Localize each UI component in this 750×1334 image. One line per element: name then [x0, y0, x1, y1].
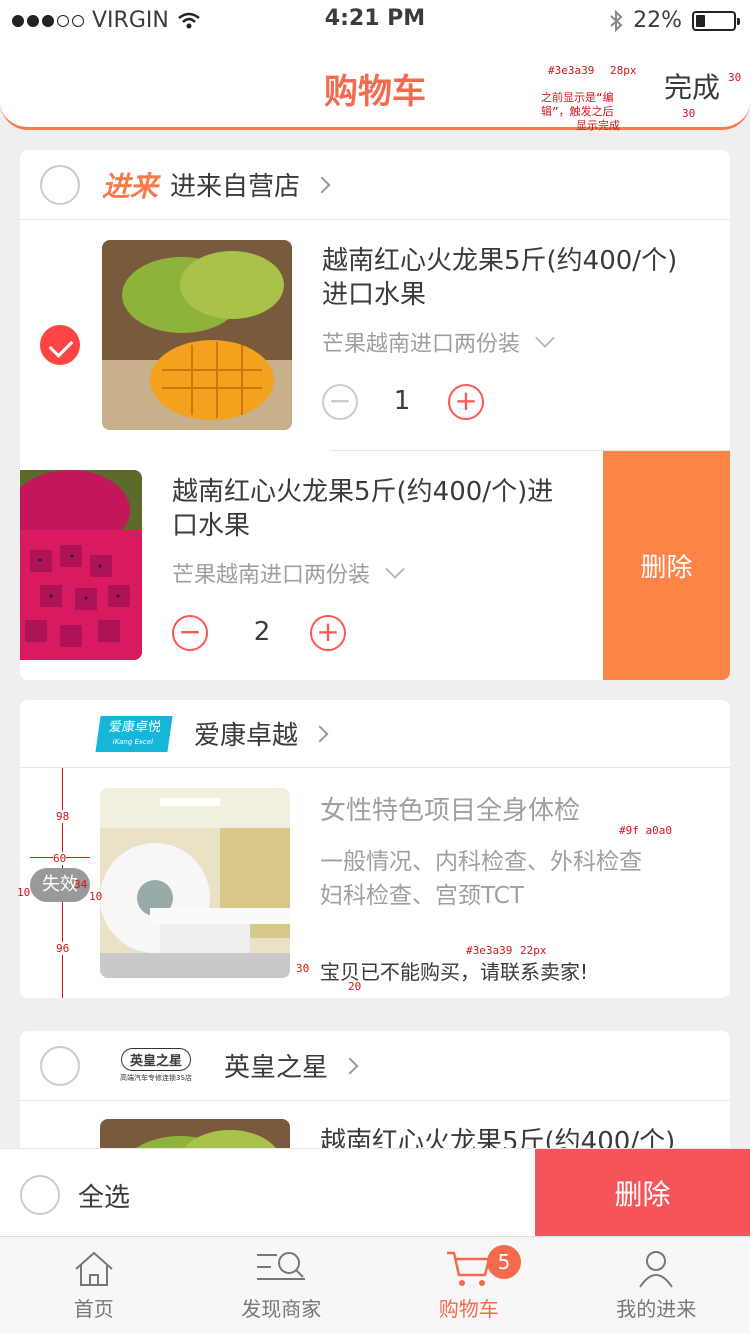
tab-discover[interactable]: 发现商家 — [188, 1237, 376, 1334]
shop-select-radio[interactable] — [40, 1045, 80, 1086]
shop-logo: 爱康卓悦 iKang Excel — [95, 715, 173, 752]
shop-header[interactable]: 爱康卓悦 iKang Excel 爱康卓越 — [20, 700, 730, 768]
annotation-note-2: 辑”，触发之后 — [541, 105, 614, 118]
product-desc-line-1: 一般情况、内科检查、外科检查 — [320, 849, 642, 875]
product-image-mango[interactable] — [102, 240, 292, 430]
annotation-bottom-gap: 30 — [682, 107, 696, 120]
annotation-invalid-color: #3e3a39 — [466, 944, 513, 957]
done-button[interactable]: 完成 — [664, 66, 720, 106]
chevron-right-icon — [313, 176, 331, 193]
select-all-radio[interactable] — [20, 1175, 60, 1215]
select-all-label: 全选 — [78, 1182, 131, 1213]
increase-button[interactable]: + — [448, 384, 484, 420]
increase-button[interactable]: + — [310, 615, 346, 651]
tab-bar: 首页 发现商家 购物车 5 我的进来 — [0, 1236, 750, 1334]
tab-label: 首页 — [73, 1297, 114, 1321]
page-title: 购物车 — [324, 72, 426, 112]
product-spec[interactable]: 芒果越南进口两份装 — [172, 557, 405, 589]
annotation-color: #3e3a39 — [548, 64, 595, 77]
shop-logo: 进来 — [102, 169, 159, 203]
annotation-10-left: 10 — [17, 886, 31, 899]
shop-card-2: 爱康卓悦 iKang Excel 爱康卓越 女性特色项目全身体检 一般情况、内科… — [20, 700, 730, 998]
tab-label: 购物车 — [438, 1297, 499, 1321]
decrease-button[interactable]: − — [322, 384, 358, 420]
annotation-note-1: 之前显示是“编 — [541, 91, 614, 104]
product-title[interactable]: 越南红心火龙果5斤(约400/个)进口水果 — [322, 244, 702, 312]
chevron-down-icon — [385, 559, 405, 579]
discover-icon — [257, 1252, 306, 1280]
home-icon — [75, 1251, 113, 1286]
product-desc-line-2: 妇科检查、宫颈TCT — [320, 883, 524, 909]
product-title[interactable]: 女性特色项目全身体检 — [320, 794, 580, 828]
cart-footer: 全选 删除 — [0, 1148, 750, 1237]
product-image-dragonfruit[interactable] — [20, 470, 142, 660]
annotation-98: 98 — [56, 810, 70, 823]
tab-label: 我的进来 — [616, 1297, 697, 1321]
shop-name[interactable]: 进来自营店 — [170, 166, 300, 203]
bluetooth-icon — [610, 9, 623, 32]
tab-cart[interactable]: 购物车 5 — [375, 1237, 563, 1334]
cart-icon — [446, 1251, 491, 1286]
shop-logo-subtext: 高端汽车专修连锁3S店 — [120, 1074, 192, 1082]
decrease-button[interactable]: − — [172, 615, 208, 651]
shop-card-1: 进来 进来自营店 越南红心火龙果5斤(约400/个)进口水果 芒果越南进口两份装… — [20, 150, 730, 680]
chevron-right-icon — [341, 1057, 359, 1074]
shop-name[interactable]: 爱康卓越 — [194, 715, 298, 752]
battery-percent: 22% — [633, 8, 682, 33]
cart-item: 越南红心火龙果5斤(约400/个)进口水果 芒果越南进口两份装 − 1 + — [20, 220, 730, 451]
swipe-delete-button[interactable]: 删除 — [603, 451, 730, 680]
annotation-gap: 30 — [728, 71, 742, 84]
nav-header: 购物车 完成 #3e3a39 28px 30 之前显示是“编 辑”，触发之后 显… — [0, 40, 750, 132]
item-select-radio[interactable] — [40, 325, 80, 365]
shop-header[interactable]: 英皇之星 高端汽车专修连锁3S店 英皇之星 — [20, 1031, 730, 1101]
tab-label: 发现商家 — [241, 1297, 322, 1321]
shop-header[interactable]: 进来 进来自营店 — [20, 150, 730, 220]
cart-badge: 5 — [487, 1245, 521, 1279]
select-all[interactable]: 全选 — [20, 1175, 130, 1215]
chevron-down-icon — [535, 328, 555, 348]
quantity-value: 1 — [393, 386, 411, 416]
shop-select-radio[interactable] — [40, 164, 80, 205]
battery-icon — [692, 10, 740, 31]
shop-logo: 英皇之星 高端汽车专修连锁3S店 — [106, 1048, 206, 1083]
annotation-20: 20 — [348, 980, 362, 993]
chevron-right-icon — [311, 725, 329, 742]
product-spec-text: 芒果越南进口两份装 — [322, 332, 521, 357]
annotation-invalid-size: 22px — [520, 944, 547, 957]
tab-home[interactable]: 首页 — [0, 1237, 188, 1334]
delete-button[interactable]: 删除 — [535, 1149, 750, 1237]
tab-profile[interactable]: 我的进来 — [563, 1237, 750, 1334]
shop-logo-subtext: iKang Excel — [112, 737, 154, 746]
status-right: 22% — [609, 8, 740, 33]
quantity-value: 2 — [253, 617, 271, 647]
product-spec-text: 芒果越南进口两份装 — [172, 563, 371, 588]
user-icon — [639, 1251, 674, 1288]
shop-name[interactable]: 英皇之星 — [224, 1047, 328, 1084]
annotation-gray-color: #9f a0a0 — [619, 824, 672, 837]
annotation-96: 96 — [56, 942, 70, 955]
annotation-30: 30 — [296, 962, 310, 975]
cart-item-swiped: 越南红心火龙果5斤(约400/个)进口水果 芒果越南进口两份装 − 2 + 删除 — [20, 451, 730, 680]
annotation-10-right: 10 — [89, 890, 103, 903]
product-spec[interactable]: 芒果越南进口两份装 — [322, 326, 555, 358]
status-bar: VIRGIN 4:21 PM 22% — [0, 0, 750, 40]
annotation-note-3: 显示完成 — [576, 119, 620, 132]
annotation-60: 60 — [53, 852, 67, 865]
product-image-ct-scanner[interactable] — [100, 788, 290, 978]
shop-logo-text: 爱康卓悦 — [107, 719, 162, 735]
shop-logo-text: 英皇之星 — [120, 1048, 191, 1071]
product-title[interactable]: 越南红心火龙果5斤(约400/个)进口水果 — [172, 475, 572, 543]
annotation-size: 28px — [610, 64, 637, 77]
annotation-34: 34 — [74, 878, 88, 891]
